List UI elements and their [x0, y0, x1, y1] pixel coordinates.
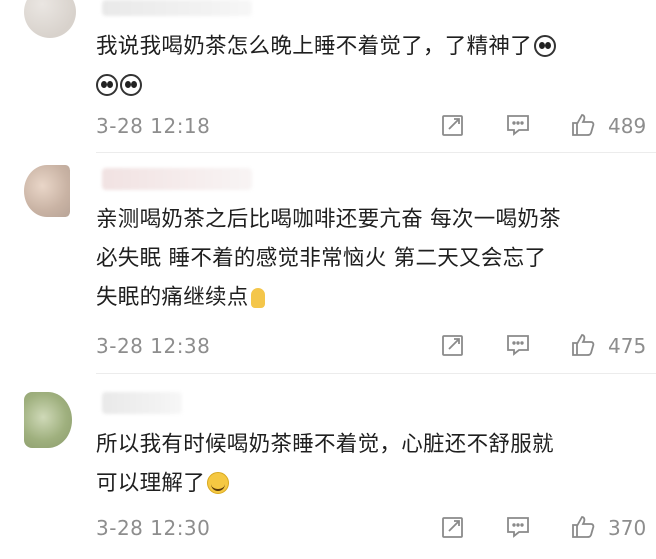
- comment-meta: 3-28 12:38 475: [0, 332, 656, 362]
- crying-laugh-emoji-icon: [207, 472, 230, 494]
- like-count: 475: [608, 334, 647, 358]
- comment-icon[interactable]: [505, 514, 531, 540]
- comment-text: 亲测喝奶茶之后比喝咖啡还要亢奋 每次一喝奶茶 必失眠 睡不着的感觉非常恼火 第二…: [96, 200, 641, 317]
- like-icon[interactable]: [570, 112, 596, 138]
- avatar[interactable]: [24, 392, 72, 448]
- username-blurred[interactable]: [102, 168, 252, 190]
- comment-text-line: 亲测喝奶茶之后比喝咖啡还要亢奋 每次一喝奶茶: [96, 207, 561, 232]
- comment-icon[interactable]: [505, 112, 531, 138]
- comment-text-line: 失眠的痛继续点: [96, 285, 249, 310]
- divider: [96, 373, 656, 374]
- panda-emoji-icon: [96, 74, 118, 96]
- repost-icon[interactable]: [440, 332, 466, 358]
- comment-meta: 3-28 12:30 370: [0, 514, 656, 544]
- panda-emoji-icon: [120, 74, 142, 96]
- comment-text-line: 我说我喝奶茶怎么晚上睡不着觉了，了精神了: [96, 34, 533, 59]
- username-blurred[interactable]: [102, 0, 252, 16]
- comment-meta: 3-28 12:18 489: [0, 112, 656, 142]
- comment-time: 3-28 12:18: [96, 114, 211, 138]
- username-blurred[interactable]: [102, 392, 182, 414]
- repost-icon[interactable]: [440, 514, 466, 540]
- avatar[interactable]: [24, 0, 76, 38]
- panda-emoji-icon: [534, 35, 557, 57]
- comment-time: 3-28 12:30: [96, 516, 211, 540]
- divider: [96, 152, 656, 153]
- comment-text-line: 可以理解了: [96, 471, 206, 496]
- comment-time: 3-28 12:38: [96, 334, 211, 358]
- like-icon[interactable]: [570, 332, 596, 358]
- avatar[interactable]: [24, 165, 70, 217]
- like-icon[interactable]: [570, 514, 596, 540]
- comment-text-line: 所以我有时候喝奶茶睡不着觉，心脏还不舒服就: [96, 432, 554, 457]
- candle-emoji-icon: [250, 288, 265, 308]
- comment-text-line: 必失眠 睡不着的感觉非常恼火 第二天又会忘了: [96, 246, 547, 271]
- like-count: 370: [608, 516, 647, 540]
- comment-text: 我说我喝奶茶怎么晚上睡不着觉了，了精神了: [96, 27, 641, 105]
- comment-icon[interactable]: [505, 332, 531, 358]
- comment-text: 所以我有时候喝奶茶睡不着觉，心脏还不舒服就 可以理解了: [96, 425, 641, 503]
- like-count: 489: [608, 114, 647, 138]
- repost-icon[interactable]: [440, 112, 466, 138]
